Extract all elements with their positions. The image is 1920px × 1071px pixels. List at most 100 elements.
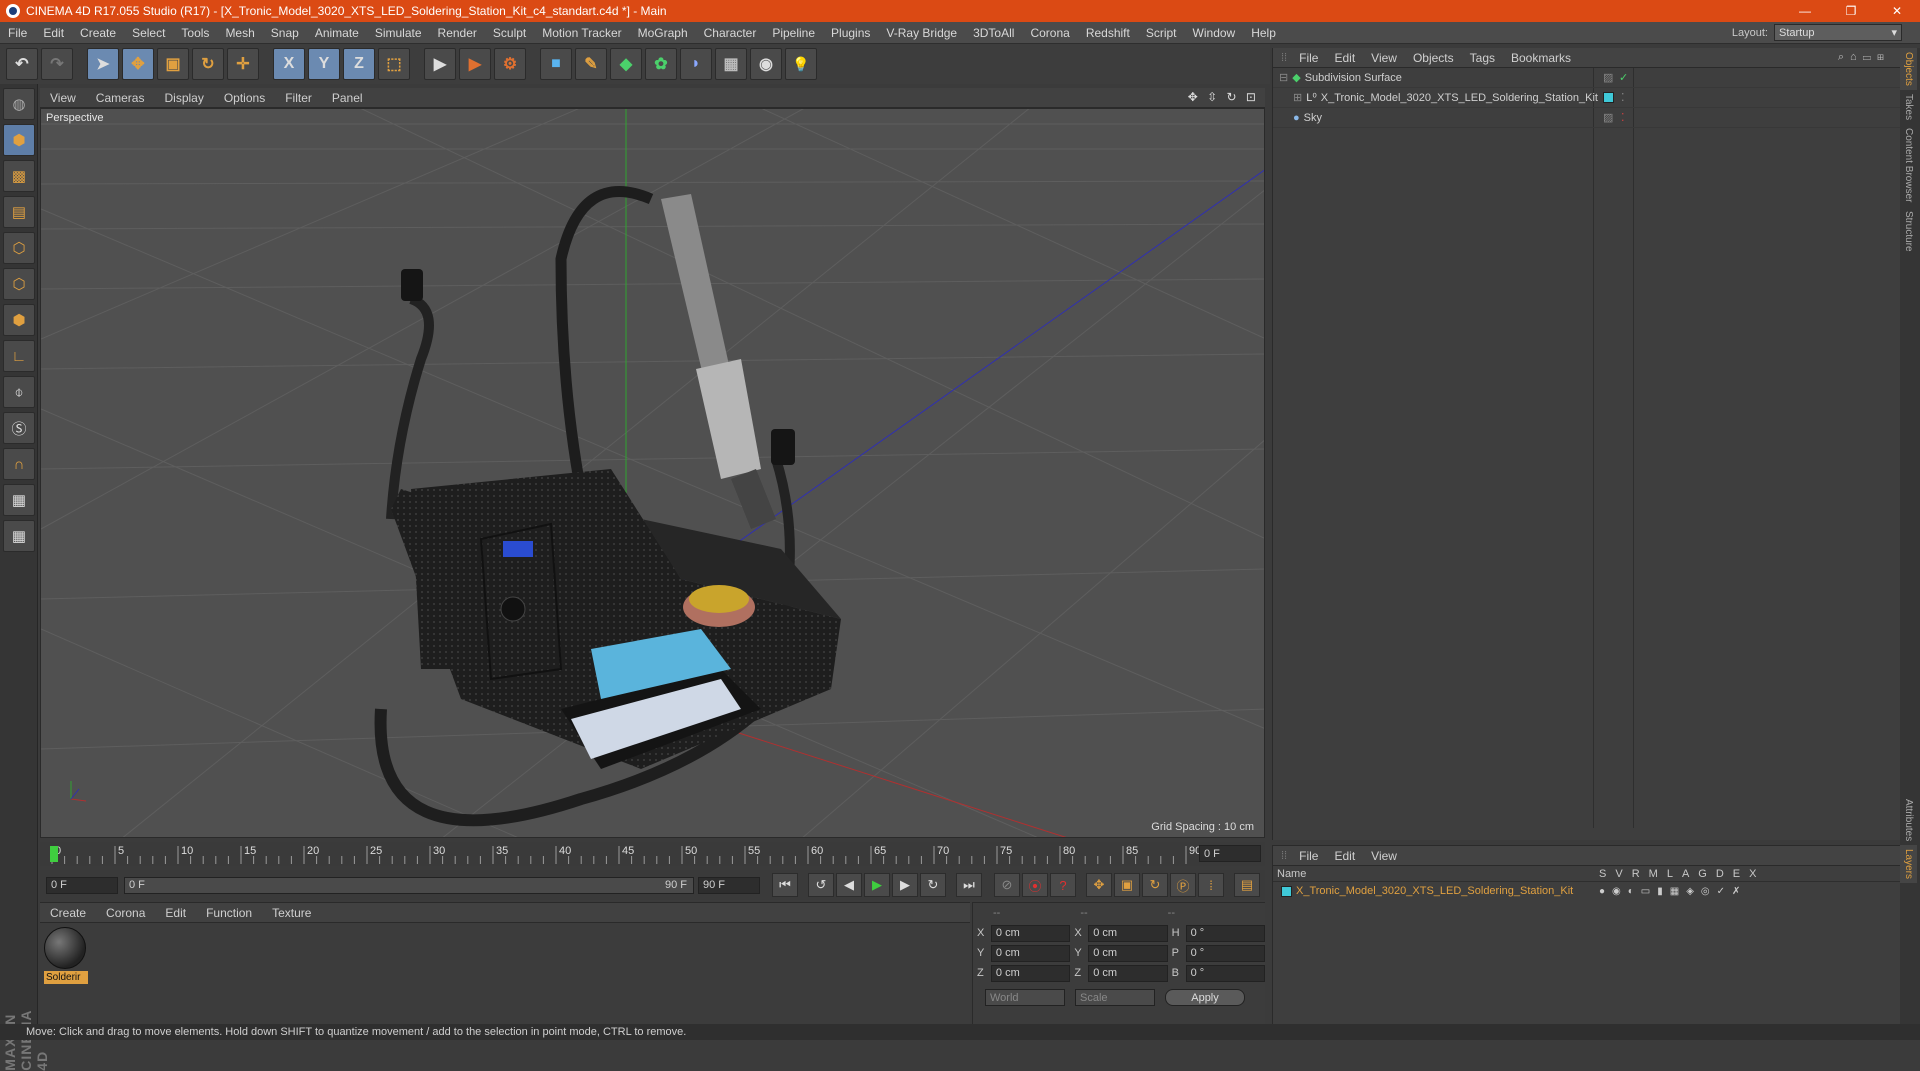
material-swatch[interactable]: Solderir (44, 927, 88, 987)
floor-button[interactable]: ▦ (715, 48, 747, 80)
menu-help[interactable]: Help (1243, 26, 1284, 40)
object-manager-tool-icons[interactable]: ⌕⌂▭⊞ (1838, 51, 1890, 64)
coord-mode-select[interactable]: World (985, 989, 1065, 1006)
snap-icon[interactable]: ∩ (3, 448, 35, 480)
layer-color-swatch[interactable] (1281, 885, 1292, 897)
visibility-dots-icon[interactable]: ▨ (1603, 71, 1613, 84)
rotation-h-field[interactable]: 0 ° (1185, 924, 1265, 942)
cube-primitive-button[interactable]: ■ (540, 48, 572, 80)
menu-file[interactable]: File (0, 26, 35, 40)
material-menu-create[interactable]: Create (40, 906, 96, 920)
key-position-icon[interactable]: ✥ (1086, 873, 1112, 897)
material-menu-edit[interactable]: Edit (155, 906, 196, 920)
visibility-dots-icon[interactable]: ▨ (1603, 111, 1613, 124)
key-parameter-icon[interactable]: Ⓟ (1170, 873, 1196, 897)
render-picture-viewer-button[interactable]: ▶ (459, 48, 491, 80)
object-menu-objects[interactable]: Objects (1405, 51, 1462, 65)
coordinate-system-button[interactable]: ⬚ (378, 48, 410, 80)
menu-3dtoall[interactable]: 3DToAll (965, 26, 1022, 40)
menu-script[interactable]: Script (1138, 26, 1185, 40)
key-rotation-icon[interactable]: ↻ (1142, 873, 1168, 897)
menu-simulate[interactable]: Simulate (367, 26, 430, 40)
z-axis-button[interactable]: Z (343, 48, 375, 80)
workplane-mode-icon[interactable]: ▤ (3, 196, 35, 228)
axis-mode-icon[interactable]: ∟ (3, 340, 35, 372)
render-view-button[interactable]: ▶ (424, 48, 456, 80)
expand-icon[interactable]: ⊞ (1293, 91, 1302, 104)
object-menu-tags[interactable]: Tags (1462, 51, 1503, 65)
polygons-mode-icon[interactable]: ⬢ (3, 304, 35, 336)
pen-spline-button[interactable]: ✎ (575, 48, 607, 80)
position-x-field[interactable]: 0 cm (990, 924, 1071, 942)
timeline-window-icon[interactable]: ▤ (1234, 873, 1260, 897)
next-frame-icon[interactable]: ▶ (892, 873, 918, 897)
menu-create[interactable]: Create (72, 26, 124, 40)
viewport-menu-filter[interactable]: Filter (275, 91, 322, 105)
playhead[interactable] (50, 846, 58, 862)
material-menu-texture[interactable]: Texture (262, 906, 321, 920)
start-frame-field[interactable]: 0 F (46, 876, 118, 894)
collapse-icon[interactable]: ⊟ (1279, 71, 1288, 84)
menu-select[interactable]: Select (124, 26, 173, 40)
points-mode-icon[interactable]: ⬡ (3, 232, 35, 264)
size-x-field[interactable]: 0 cm (1088, 924, 1168, 942)
menu-animate[interactable]: Animate (307, 26, 367, 40)
go-to-end-icon[interactable]: ⏭ (956, 873, 982, 897)
workplane-lock-icon[interactable]: ▦ (3, 484, 35, 516)
viewport-menu-view[interactable]: View (40, 91, 86, 105)
perspective-viewport[interactable]: Perspective Grid Spacing : 10 cm (40, 108, 1265, 838)
menu-vray-bridge[interactable]: V-Ray Bridge (878, 26, 965, 40)
object-row-sky[interactable]: ● Sky ▨ ⁚ (1273, 108, 1900, 128)
transform-tool-button[interactable]: ✛ (227, 48, 259, 80)
apply-button[interactable]: Apply (1165, 989, 1245, 1006)
visibility-dots-icon[interactable]: ⁚ (1621, 111, 1625, 124)
object-row-subdivision-surface[interactable]: ⊟ ◆ Subdivision Surface ▨ ✓ (1273, 68, 1900, 88)
viewport-menu-display[interactable]: Display (154, 91, 213, 105)
size-z-field[interactable]: 0 cm (1088, 964, 1168, 982)
light-button[interactable]: 💡 (785, 48, 817, 80)
menu-pipeline[interactable]: Pipeline (764, 26, 823, 40)
menu-edit[interactable]: Edit (35, 26, 72, 40)
position-z-field[interactable]: 0 cm (990, 964, 1071, 982)
x-axis-button[interactable]: X (273, 48, 305, 80)
tab-attributes[interactable]: Attributes (1900, 795, 1917, 845)
layer-color-swatch[interactable] (1603, 92, 1614, 103)
texture-mode-icon[interactable]: ▩ (3, 160, 35, 192)
rotation-b-field[interactable]: 0 ° (1185, 964, 1265, 982)
planar-workplane-icon[interactable]: ▦ (3, 520, 35, 552)
layout-select[interactable]: Startup ▾ (1774, 24, 1902, 41)
motion-record-icon[interactable]: ⊘ (994, 873, 1020, 897)
layer-row[interactable]: X_Tronic_Model_3020_XTS_LED_Soldering_St… (1273, 882, 1900, 900)
layer-menu-file[interactable]: File (1291, 849, 1326, 863)
layer-menu-edit[interactable]: Edit (1326, 849, 1363, 863)
menu-render[interactable]: Render (430, 26, 485, 40)
menu-character[interactable]: Character (696, 26, 765, 40)
scale-tool-button[interactable]: ▣ (157, 48, 189, 80)
make-editable-icon[interactable]: ◍ (3, 88, 35, 120)
key-pla-icon[interactable]: ⁞ (1198, 873, 1224, 897)
tab-layers[interactable]: Layers (1900, 845, 1917, 884)
subdivision-surface-button[interactable]: ◆ (610, 48, 642, 80)
close-button[interactable]: ✕ (1874, 0, 1920, 22)
menu-sculpt[interactable]: Sculpt (485, 26, 534, 40)
restore-button[interactable]: ❐ (1828, 0, 1874, 22)
menu-mesh[interactable]: Mesh (217, 26, 262, 40)
menu-tools[interactable]: Tools (173, 26, 217, 40)
viewport-menu-options[interactable]: Options (214, 91, 275, 105)
object-row-soldering-station[interactable]: ⊞ L⁰ X_Tronic_Model_3020_XTS_LED_Solderi… (1273, 88, 1900, 108)
tab-content-browser[interactable]: Content Browser (1900, 124, 1917, 206)
y-axis-button[interactable]: Y (308, 48, 340, 80)
object-menu-file[interactable]: File (1291, 51, 1326, 65)
timeline-ruler[interactable]: 0 5 10 15 20 25 30 35 40 45 50 55 60 65 70 75 80 85 90 0 F (40, 842, 1265, 866)
range-slider[interactable]: 0 F 90 F (124, 876, 694, 894)
current-frame-field[interactable]: 0 F (1199, 845, 1261, 862)
camera-button[interactable]: ◉ (750, 48, 782, 80)
play-icon[interactable]: ▶ (864, 873, 890, 897)
next-key-icon[interactable]: ↻ (920, 873, 946, 897)
object-menu-view[interactable]: View (1363, 51, 1405, 65)
record-keys-icon[interactable]: ⦿ (1022, 873, 1048, 897)
live-select-button[interactable]: ➤ (87, 48, 119, 80)
material-menu-function[interactable]: Function (196, 906, 262, 920)
menu-motion-tracker[interactable]: Motion Tracker (534, 26, 629, 40)
undo-button[interactable]: ↶ (6, 48, 38, 80)
